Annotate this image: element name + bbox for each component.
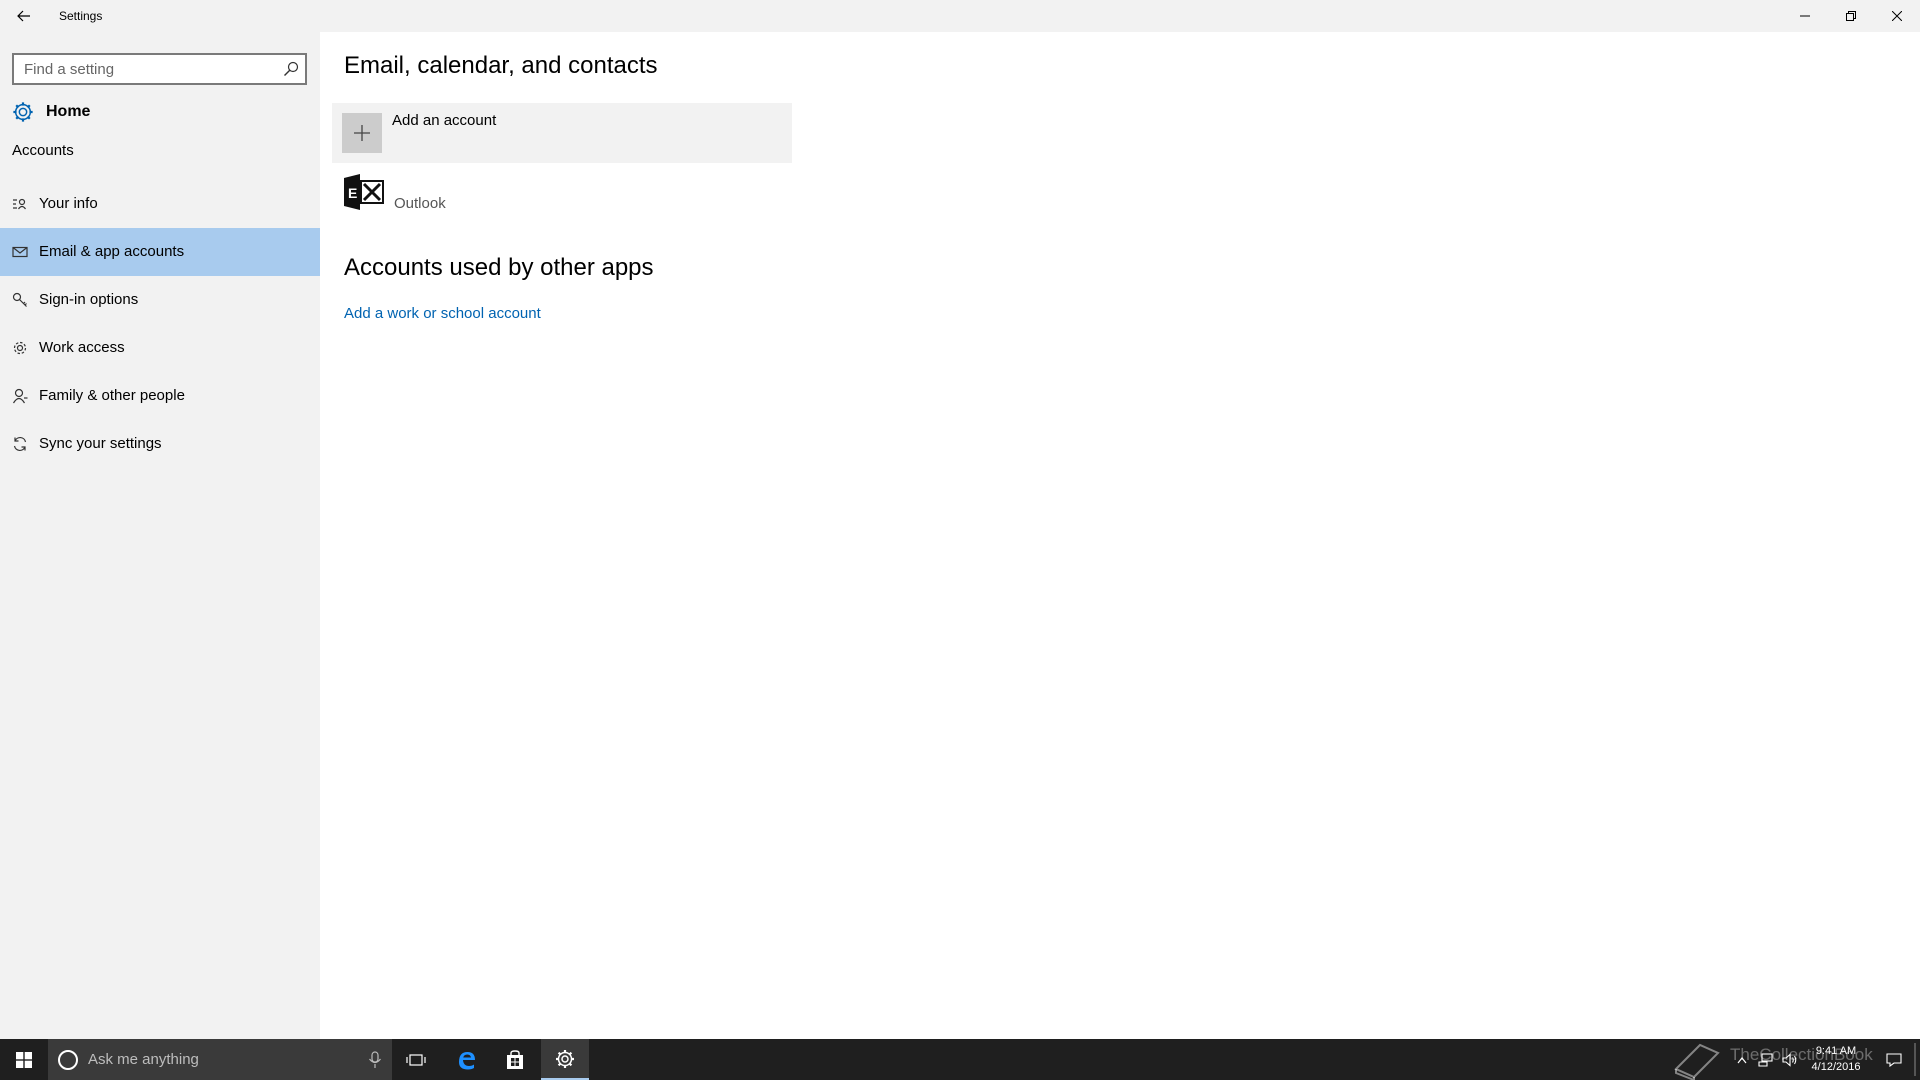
outlook-account-label[interactable]: Outlook	[394, 195, 446, 212]
volume-button[interactable]	[1778, 1039, 1802, 1080]
show-hidden-icons-button[interactable]	[1732, 1039, 1752, 1080]
sidebar-item-label: Your info	[39, 195, 98, 212]
sidebar-item-sync-your-settings[interactable]: Sync your settings	[0, 420, 320, 468]
exchange-icon[interactable]: E	[344, 172, 384, 212]
sidebar-item-sign-in-options[interactable]: Sign-in options	[0, 276, 320, 324]
network-icon	[1758, 1052, 1773, 1067]
book-icon	[1674, 1043, 1720, 1080]
action-center-button[interactable]	[1876, 1039, 1912, 1080]
person-icon	[12, 388, 28, 404]
network-button[interactable]	[1754, 1039, 1778, 1080]
clock[interactable]: 9:41 AM 4/12/2016	[1800, 1043, 1872, 1075]
show-desktop-button[interactable]	[1914, 1043, 1916, 1076]
store-bag-icon	[507, 1049, 523, 1069]
close-button[interactable]	[1874, 0, 1920, 32]
restore-button[interactable]	[1828, 0, 1874, 32]
title-bar: Settings	[0, 0, 1920, 32]
briefcase-gear-icon	[13, 341, 27, 355]
cortana-search-box[interactable]: Ask me anything	[48, 1039, 392, 1080]
mail-icon	[12, 246, 28, 258]
notification-icon	[1886, 1052, 1902, 1067]
clock-time: 9:41 AM	[1815, 1045, 1857, 1057]
add-account-label: Add an account	[392, 112, 497, 129]
page-title: Email, calendar, and contacts	[344, 52, 658, 79]
task-view-icon	[406, 1053, 426, 1066]
home-label: Home	[46, 103, 91, 120]
windows-logo-icon	[16, 1051, 32, 1068]
edge-icon	[459, 1051, 475, 1069]
sidebar-item-family-other-people[interactable]: Family & other people	[0, 372, 320, 420]
search-input[interactable]	[14, 55, 274, 83]
clock-date: 4/12/2016	[1811, 1061, 1861, 1073]
sidebar-item-your-info[interactable]: Your info	[0, 180, 320, 228]
store-button[interactable]	[491, 1039, 539, 1080]
gear-icon	[13, 102, 33, 122]
other-apps-heading: Accounts used by other apps	[344, 254, 654, 281]
sidebar-item-email-app-accounts[interactable]: Email & app accounts	[0, 228, 320, 276]
chevron-up-icon	[1737, 1056, 1747, 1063]
sidebar-item-label: Family & other people	[39, 387, 185, 404]
search-icon[interactable]	[283, 61, 299, 77]
sync-icon	[13, 436, 27, 452]
minimize-icon	[1800, 15, 1810, 17]
svg-text:E: E	[348, 185, 357, 201]
speaker-icon	[1782, 1052, 1797, 1067]
main-content: Email, calendar, and contacts Add an acc…	[320, 32, 1920, 1039]
microphone-icon[interactable]	[368, 1051, 382, 1069]
window-title: Settings	[59, 9, 103, 23]
add-icon-tile	[342, 113, 382, 153]
section-label: Accounts	[12, 142, 74, 159]
gear-icon	[556, 1049, 574, 1068]
sidebar-item-label: Work access	[39, 339, 125, 356]
task-view-button[interactable]	[392, 1039, 440, 1080]
search-box	[12, 53, 307, 85]
sidebar-item-label: Email & app accounts	[39, 243, 185, 260]
plus-icon	[354, 125, 370, 141]
contact-card-icon	[13, 198, 26, 210]
arrow-left-icon	[17, 10, 30, 22]
sidebar-item-label: Sign-in options	[39, 291, 139, 308]
add-account-button[interactable]: Add an account	[332, 103, 792, 163]
add-work-account-link[interactable]: Add a work or school account	[344, 305, 541, 322]
taskbar: Ask me anything TheCollectionBook 9:41 A…	[0, 1039, 1920, 1080]
cortana-icon	[58, 1050, 78, 1070]
start-button[interactable]	[0, 1039, 48, 1080]
edge-button[interactable]	[443, 1039, 491, 1080]
sidebar: Home Accounts Your info Email & app acco…	[0, 32, 320, 1039]
close-icon	[1892, 11, 1902, 21]
restore-icon	[1846, 11, 1856, 21]
back-button[interactable]	[0, 0, 48, 32]
home-nav-item[interactable]: Home	[0, 92, 320, 132]
sidebar-item-work-access[interactable]: Work access	[0, 324, 320, 372]
sidebar-item-label: Sync your settings	[39, 435, 162, 452]
key-icon	[12, 292, 27, 307]
cortana-placeholder: Ask me anything	[88, 1051, 199, 1068]
settings-taskbar-button[interactable]	[541, 1039, 589, 1080]
minimize-button[interactable]	[1782, 0, 1828, 32]
